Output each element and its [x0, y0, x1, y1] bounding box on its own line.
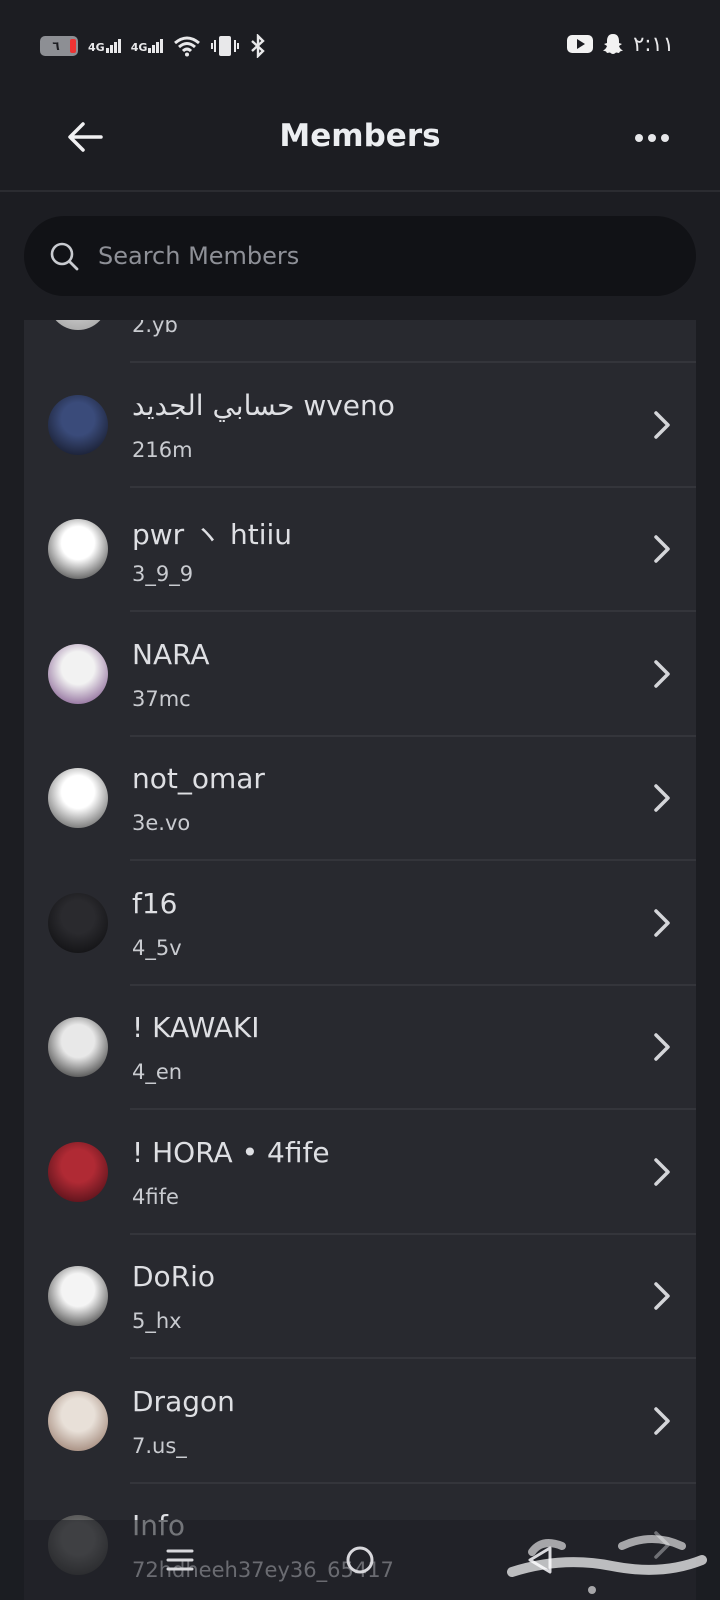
status-right: ٢:١١ [567, 32, 674, 56]
member-name: DoRio [132, 1260, 216, 1293]
avatar [48, 1266, 108, 1326]
member-username: 3_9_9 [132, 562, 194, 586]
avatar [48, 1017, 108, 1077]
member-row[interactable]: حسابي الجديد wveno 216m [24, 362, 696, 488]
haraj-logo-watermark [507, 1535, 707, 1594]
vibrate-icon [211, 36, 240, 56]
network-type-1: 4G [88, 41, 105, 54]
member-username: 4_5v [132, 935, 182, 960]
member-name: NARA [132, 637, 210, 671]
battery-icon: ٦ [40, 36, 78, 56]
avatar [48, 1390, 108, 1451]
more-horizontal-icon [635, 134, 669, 142]
chevron-right-icon [650, 1276, 674, 1316]
chevron-right-icon [650, 529, 674, 569]
chevron-right-icon [650, 1152, 674, 1192]
member-username: 2.yb [132, 320, 178, 337]
member-name: ! KAWAKI [132, 1011, 260, 1044]
avatar [48, 519, 108, 579]
chevron-right-icon [650, 903, 674, 943]
member-row[interactable]: DoRio 5_hx [24, 1233, 696, 1359]
signal-icon-2: 4G [131, 39, 164, 53]
bluetooth-icon [251, 34, 266, 58]
chevron-right-icon [650, 1027, 674, 1067]
avatar [48, 320, 108, 330]
member-name: Dragon [132, 1384, 235, 1418]
menu-icon [166, 1549, 194, 1571]
member-row[interactable]: Dragon 7.us_ [24, 1358, 696, 1484]
member-name: حسابي الجديد wveno [132, 388, 395, 422]
clock: ٢:١١ [633, 32, 674, 56]
recent-apps-button[interactable] [160, 1540, 200, 1580]
member-row[interactable]: NARA 37mc [24, 611, 696, 737]
signal-icon-1: 4G [88, 39, 121, 53]
member-username: 37mc [132, 686, 191, 711]
avatar [48, 1141, 108, 1202]
battery-level: ٦ [52, 39, 60, 53]
home-button[interactable] [340, 1540, 380, 1580]
chevron-right-icon [650, 1401, 674, 1441]
member-username: 7.us_ [132, 1433, 187, 1458]
member-row[interactable]: f16 4_5v [24, 860, 696, 986]
avatar [48, 643, 108, 704]
status-bar: ٦ 4G 4G ٢:١١ [0, 0, 720, 92]
member-username: 3e.vo [132, 811, 191, 835]
avatar [48, 768, 108, 828]
member-row[interactable]: ! KAWAKI 4_en [24, 984, 696, 1110]
status-left: ٦ 4G 4G [40, 34, 267, 58]
member-list: 2.yb حسابي الجديد wveno 216m pwr ヽ htiiu 3_9… [24, 320, 696, 1600]
member-name: f16 [132, 886, 178, 920]
search-icon [48, 240, 80, 272]
member-row[interactable]: pwr ヽ htiiu 3_9_9 [24, 486, 696, 612]
member-username: 216m [132, 437, 193, 462]
avatar [48, 394, 108, 455]
search-input[interactable] [96, 241, 696, 271]
chevron-right-icon [650, 778, 674, 818]
youtube-icon [567, 35, 594, 53]
member-row[interactable]: ! HORA • 4fife 4fife [24, 1109, 696, 1235]
chevron-right-icon [650, 405, 674, 445]
circle-icon [346, 1546, 374, 1574]
member-row[interactable]: not_omar 3e.vo [24, 735, 696, 861]
search-bar[interactable] [24, 216, 696, 296]
more-options-button[interactable] [630, 116, 674, 160]
member-username: 5_hx [132, 1309, 182, 1333]
member-name: pwr ヽ htiiu [132, 518, 293, 551]
member-name: not_omar [132, 762, 265, 795]
avatar [48, 892, 108, 953]
page-title: Members [279, 118, 441, 154]
member-username: 4_en [132, 1060, 183, 1084]
wifi-icon [174, 36, 201, 57]
chevron-right-icon [650, 654, 674, 694]
network-type-2: 4G [130, 41, 148, 54]
member-username: 4fife [132, 1184, 179, 1209]
app-header: Members [0, 92, 720, 192]
snapchat-icon [603, 34, 624, 54]
member-row[interactable]: 2.yb [24, 320, 696, 363]
member-name: ! HORA • 4fife [132, 1135, 330, 1169]
